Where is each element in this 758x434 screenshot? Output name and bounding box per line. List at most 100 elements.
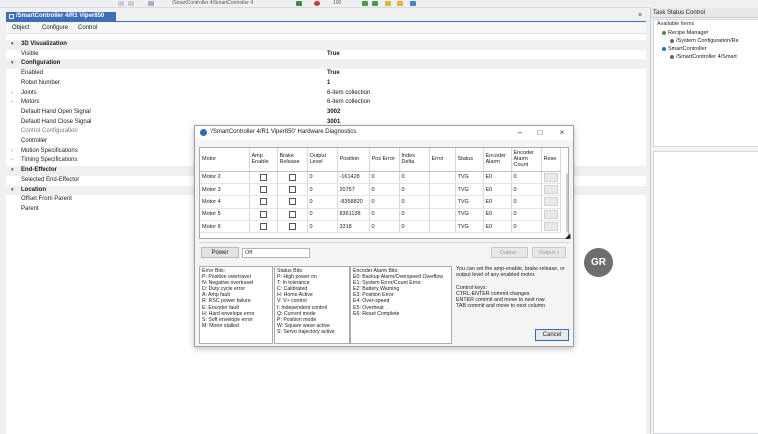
cell-index-delta[interactable]: 0 — [399, 195, 430, 209]
property-value[interactable]: 1 — [327, 79, 330, 89]
cell-encoder-alarm[interactable]: E0 — [483, 183, 512, 197]
cell-encoder-alarm[interactable]: E0 — [483, 171, 512, 184]
property-row[interactable]: Visible True — [6, 50, 646, 60]
expand-arrow-icon[interactable]: › — [11, 89, 13, 99]
cell-alarm-count[interactable]: 0 — [511, 208, 542, 222]
column-header[interactable]: Encoder Alarm — [483, 148, 512, 172]
brake-release-cell[interactable] — [277, 195, 308, 209]
column-header[interactable]: Rese — [541, 148, 561, 172]
cell-motor[interactable]: Motor 6 — [200, 220, 250, 234]
table-row[interactable]: Motor 2 0 -161428 0 0 TVG E0 0 — [200, 171, 561, 184]
cell-status[interactable]: TVG — [455, 220, 484, 234]
cell-status[interactable]: TVG — [455, 183, 484, 197]
save-icon[interactable] — [397, 1, 403, 6]
cell-index-delta[interactable]: 0 — [399, 183, 430, 197]
amp-enable-checkbox[interactable] — [259, 223, 267, 231]
property-value[interactable]: 3002 — [327, 108, 340, 118]
table-row[interactable]: Motor 3 0 20757 0 0 TVG E0 0 — [200, 183, 561, 197]
collapse-arrow-icon[interactable]: ▾ — [11, 166, 14, 176]
reset-cell[interactable] — [541, 171, 561, 184]
amp-enable-cell[interactable] — [249, 220, 278, 234]
document-tab[interactable]: /SmartController 4/R1 Viper850 — [6, 12, 116, 21]
forward-icon[interactable] — [128, 1, 134, 6]
cell-pos-error[interactable]: 0 — [369, 208, 400, 222]
expand-arrow-icon[interactable]: › — [11, 156, 13, 166]
cell-output[interactable]: 0 — [307, 220, 338, 234]
cell-error[interactable] — [429, 183, 456, 197]
property-value[interactable]: True — [327, 69, 340, 79]
cell-motor[interactable]: Motor 5 — [200, 208, 250, 222]
brake-release-checkbox[interactable] — [288, 186, 296, 194]
brake-release-cell[interactable] — [277, 220, 308, 234]
reset-button[interactable] — [543, 197, 558, 207]
zoom-level[interactable]: 100 — [333, 0, 341, 7]
reset-button[interactable] — [543, 209, 558, 219]
table-row[interactable]: Motor 4 0 -8358820 0 0 TVG E0 0 — [200, 195, 561, 209]
reset-button[interactable] — [543, 172, 558, 182]
brake-release-checkbox[interactable] — [288, 198, 296, 206]
cell-output[interactable]: 0 — [307, 208, 338, 222]
cell-status[interactable]: TVG — [455, 195, 484, 209]
amp-enable-checkbox[interactable] — [259, 210, 267, 218]
column-header[interactable]: Brake Release — [277, 148, 308, 172]
property-row[interactable]: › Joints 6-item collection — [6, 89, 646, 99]
cell-status[interactable]: TVG — [455, 208, 484, 222]
amp-enable-cell[interactable] — [249, 208, 278, 222]
cell-error[interactable] — [429, 195, 456, 209]
stop-icon[interactable] — [314, 1, 320, 6]
menu-configure[interactable]: Configure — [42, 25, 68, 31]
move-icon[interactable] — [296, 1, 302, 6]
cell-encoder-alarm[interactable]: E0 — [483, 208, 512, 222]
cell-position[interactable]: 3318 — [337, 220, 370, 234]
image-icon[interactable] — [362, 1, 368, 6]
output-minus-button[interactable]: Output - — [491, 247, 528, 258]
cell-motor[interactable]: Motor 3 — [200, 183, 250, 197]
property-category[interactable]: ▾ Configuration — [6, 59, 646, 70]
cell-index-delta[interactable]: 0 — [399, 171, 430, 184]
menu-control[interactable]: Control — [78, 25, 97, 31]
power-button[interactable]: Power — [201, 247, 239, 258]
brake-release-cell[interactable] — [277, 183, 308, 197]
collapse-arrow-icon[interactable]: ▾ — [11, 186, 14, 196]
cell-error[interactable] — [429, 171, 456, 184]
grid-scroll-thumb[interactable] — [566, 174, 568, 232]
property-value[interactable]: True — [327, 50, 340, 60]
property-value[interactable]: 6-item collection — [327, 89, 370, 99]
property-row[interactable]: Enabled True — [6, 69, 646, 79]
brake-release-cell[interactable] — [277, 208, 308, 222]
cell-alarm-count[interactable]: 0 — [511, 195, 542, 209]
reset-cell[interactable] — [541, 195, 561, 209]
user-avatar[interactable]: GR — [584, 248, 613, 277]
cell-output[interactable]: 0 — [307, 195, 338, 209]
cell-error[interactable] — [429, 208, 456, 222]
cell-alarm-count[interactable]: 0 — [511, 183, 542, 197]
cell-alarm-count[interactable]: 0 — [511, 220, 542, 234]
menu-object[interactable]: Object — [12, 25, 29, 31]
chart-icon[interactable] — [372, 1, 378, 6]
grid-vertical-scrollbar[interactable] — [566, 172, 568, 238]
property-row[interactable]: Default Hand Open Signal 3002 — [6, 108, 646, 118]
cell-position[interactable]: 8361138 — [337, 208, 370, 222]
tree-item[interactable]: /SmartController 4/Smart — [670, 54, 737, 60]
cell-pos-error[interactable]: 0 — [369, 183, 400, 197]
amp-enable-cell[interactable] — [249, 195, 278, 209]
column-header[interactable]: Status — [455, 148, 484, 172]
brake-release-checkbox[interactable] — [288, 223, 296, 231]
config-icon[interactable] — [410, 1, 416, 6]
property-value[interactable]: 6-item collection — [327, 98, 370, 108]
cell-position[interactable]: 20757 — [337, 183, 370, 197]
cell-alarm-count[interactable]: 0 — [511, 171, 542, 184]
column-header[interactable]: Index Delta — [399, 148, 430, 172]
cell-position[interactable]: -8358820 — [337, 195, 370, 209]
amp-enable-checkbox[interactable] — [259, 198, 267, 206]
reset-cell[interactable] — [541, 208, 561, 222]
cell-motor[interactable]: Motor 2 — [200, 171, 250, 184]
cell-encoder-alarm[interactable]: E0 — [483, 220, 512, 234]
back-icon[interactable] — [118, 1, 124, 6]
property-category[interactable]: ▾ 3D Visualization — [6, 40, 646, 50]
close-document-button[interactable]: × — [636, 12, 644, 20]
amp-enable-checkbox[interactable] — [259, 173, 267, 181]
brake-release-cell[interactable] — [277, 171, 308, 184]
expand-arrow-icon[interactable]: › — [11, 147, 13, 157]
collapse-arrow-icon[interactable]: ▾ — [11, 40, 14, 50]
